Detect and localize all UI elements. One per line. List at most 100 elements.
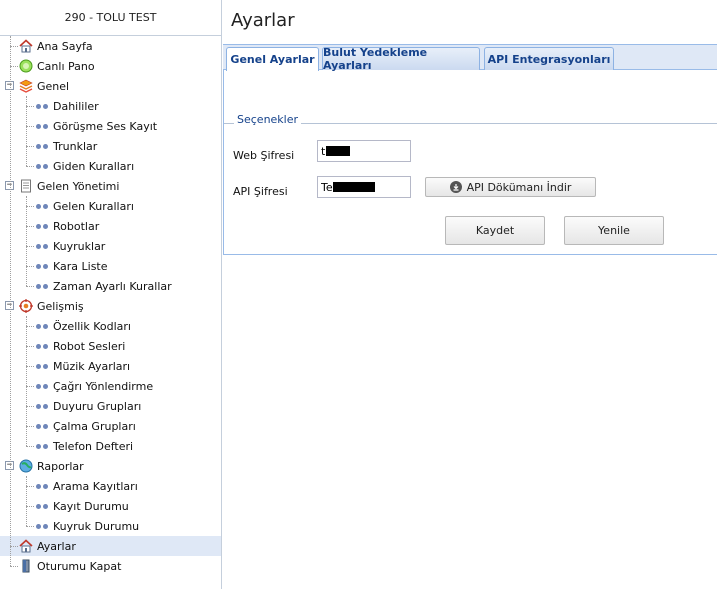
sidebar-subitem-label: Kara Liste bbox=[53, 259, 108, 273]
tree-connector bbox=[26, 206, 34, 207]
bullet-icon bbox=[34, 238, 50, 254]
sidebar-item-label: Gelişmiş bbox=[37, 299, 84, 313]
sidebar-subitem-label: Görüşme Ses Kayıt bbox=[53, 119, 158, 133]
sidebar-subitem-label: Arama Kayıtları bbox=[53, 479, 138, 493]
tree-connector bbox=[26, 106, 34, 107]
sidebar-subitem-label: Gelen Kuralları bbox=[53, 199, 134, 213]
sidebar-subitem-label: Özellik Kodları bbox=[53, 319, 131, 333]
bullet-icon bbox=[34, 278, 50, 294]
sidebar-item-label: Canlı Pano bbox=[37, 59, 95, 73]
tree-connector bbox=[26, 326, 34, 327]
logout-icon bbox=[18, 558, 34, 574]
api-password-label: API Şifresi bbox=[233, 185, 288, 198]
sidebar-subitem-label: Robotlar bbox=[53, 219, 100, 233]
sidebar-item-gelişmiş[interactable]: Gelişmiş − bbox=[0, 296, 221, 316]
sidebar-subitem-label: Kuyruklar bbox=[53, 239, 106, 253]
bullet-icon bbox=[34, 98, 50, 114]
bullet-icon bbox=[34, 358, 50, 374]
sidebar-item-oturumu-kapat[interactable]: Oturumu Kapat bbox=[0, 556, 221, 576]
tree-connector bbox=[26, 366, 34, 367]
sidebar-item-genel[interactable]: Genel − bbox=[0, 76, 221, 96]
tree-connector bbox=[26, 346, 34, 347]
bullet-icon bbox=[34, 118, 50, 134]
options-form: Seçenekler Web Şifresi API Şifresi API D… bbox=[223, 0, 717, 589]
sidebar-item-label: Ana Sayfa bbox=[37, 39, 93, 53]
sidebar-subitem-label: Giden Kuralları bbox=[53, 159, 135, 173]
options-legend: Seçenekler bbox=[234, 113, 302, 126]
bullet-icon bbox=[34, 418, 50, 434]
sidebar-subitem-label: Kuyruk Durumu bbox=[53, 519, 140, 533]
tree-connector bbox=[26, 446, 34, 447]
sidebar-subitem-label: Çağrı Yönlendirme bbox=[53, 379, 154, 393]
sidebar-item-raporlar[interactable]: Raporlar − bbox=[0, 456, 221, 476]
layers-icon bbox=[18, 78, 34, 94]
tree-connector bbox=[26, 126, 34, 127]
tree-connector bbox=[26, 246, 34, 247]
tree-connector bbox=[26, 96, 27, 166]
sidebar-item-ana-sayfa[interactable]: Ana Sayfa bbox=[0, 36, 221, 56]
tree-connector bbox=[26, 266, 34, 267]
web-password-label: Web Şifresi bbox=[233, 149, 295, 162]
bullet-icon bbox=[34, 438, 50, 454]
sidebar-subitem-label: Trunklar bbox=[53, 139, 98, 153]
tree-connector bbox=[26, 476, 27, 526]
account-title: 290 - TOLU TEST bbox=[0, 0, 221, 36]
tree-connector bbox=[26, 316, 27, 446]
bullet-icon bbox=[34, 478, 50, 494]
sidebar-item-label: Raporlar bbox=[37, 459, 84, 473]
sidebar: 290 - TOLU TEST Ana Sayfa Canlı Pano Genel… bbox=[0, 0, 222, 589]
tree-connector bbox=[26, 226, 34, 227]
sidebar-subitem-label: Müzik Ayarları bbox=[53, 359, 131, 373]
sidebar-item-label: Oturumu Kapat bbox=[37, 559, 122, 573]
download-icon bbox=[449, 181, 462, 193]
tree-connector bbox=[26, 286, 34, 287]
sidebar-subitem-label: Zaman Ayarlı Kurallar bbox=[53, 279, 172, 293]
tree-connector bbox=[26, 386, 34, 387]
sidebar-subitem-label: Dahililer bbox=[53, 99, 99, 113]
tree-connector bbox=[26, 166, 34, 167]
sidebar-item-label: Genel bbox=[37, 79, 70, 93]
redaction-bar bbox=[326, 146, 350, 156]
sidebar-subitem-label: Kayıt Durumu bbox=[53, 499, 129, 513]
redaction-bar bbox=[333, 182, 375, 192]
target-icon bbox=[18, 298, 34, 314]
sidebar-subitem-label: Duyuru Grupları bbox=[53, 399, 142, 413]
tree-connector bbox=[10, 566, 18, 567]
tree-trunk bbox=[10, 36, 11, 566]
bullet-icon bbox=[34, 138, 50, 154]
sidebar-item-ayarlar[interactable]: Ayarlar bbox=[0, 536, 221, 556]
navigation-tree: Ana Sayfa Canlı Pano Genel − Dahililer Görüşm… bbox=[0, 36, 221, 576]
bullet-icon bbox=[34, 518, 50, 534]
refresh-button[interactable]: Yenile bbox=[564, 216, 664, 245]
bullet-icon bbox=[34, 158, 50, 174]
settings-home-icon bbox=[18, 538, 34, 554]
bullet-icon bbox=[34, 318, 50, 334]
bullet-icon bbox=[34, 498, 50, 514]
bullet-icon bbox=[34, 338, 50, 354]
tree-connector bbox=[26, 196, 27, 286]
globe-icon bbox=[18, 458, 34, 474]
sidebar-item-label: Gelen Yönetimi bbox=[37, 179, 120, 193]
api-doc-download-label: API Dökümanı İndir bbox=[466, 180, 572, 194]
bullet-icon bbox=[34, 258, 50, 274]
document-icon bbox=[18, 178, 34, 194]
home-icon bbox=[18, 38, 34, 54]
tree-connector bbox=[26, 426, 34, 427]
sidebar-subitem-label: Robot Sesleri bbox=[53, 339, 126, 353]
live-board-icon bbox=[18, 58, 34, 74]
bullet-icon bbox=[34, 378, 50, 394]
api-doc-download-button[interactable]: API Dökümanı İndir bbox=[425, 177, 596, 197]
tree-connector bbox=[26, 486, 34, 487]
tree-connector bbox=[26, 526, 34, 527]
sidebar-subitem-label: Çalma Grupları bbox=[53, 419, 136, 433]
bullet-icon bbox=[34, 218, 50, 234]
tree-connector bbox=[26, 406, 34, 407]
save-button[interactable]: Kaydet bbox=[445, 216, 545, 245]
tree-connector bbox=[10, 46, 18, 47]
sidebar-item-gelen-yönetimi[interactable]: Gelen Yönetimi − bbox=[0, 176, 221, 196]
tree-connector bbox=[26, 146, 34, 147]
sidebar-item-canlı-pano[interactable]: Canlı Pano bbox=[0, 56, 221, 76]
sidebar-subitem-label: Telefon Defteri bbox=[53, 439, 134, 453]
tree-connector bbox=[10, 66, 18, 67]
bullet-icon bbox=[34, 398, 50, 414]
